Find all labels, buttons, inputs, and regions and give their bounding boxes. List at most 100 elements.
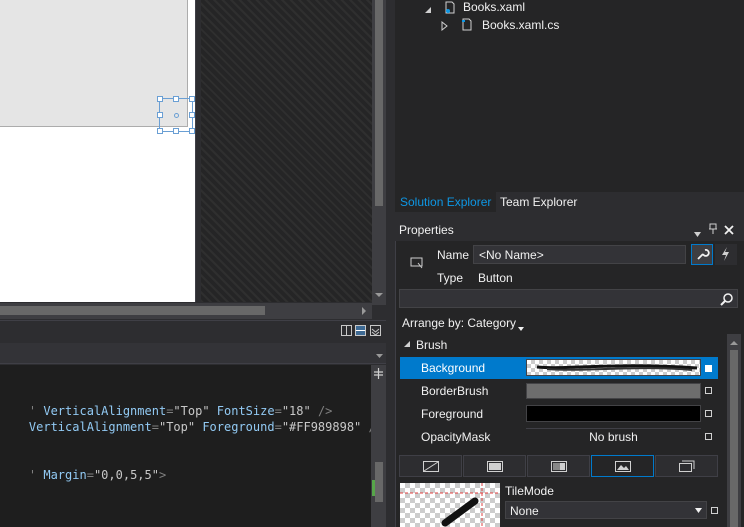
resource-brush-icon [679,460,695,472]
solution-explorer-tree[interactable]: Books.xaml Books.xaml.cs [395,0,744,192]
properties-search-input[interactable] [399,289,738,308]
expanded-arrow-icon[interactable] [424,3,432,13]
code-attr: Foreground [202,420,275,434]
category-header[interactable]: Brush [399,334,726,354]
resize-handle-top[interactable] [173,96,179,102]
foreground-swatch[interactable] [526,405,701,422]
design-vertical-scroll-thumb[interactable] [375,0,383,206]
no-brush-icon [423,461,439,472]
collapse-pane-icon[interactable] [370,325,381,336]
design-horizontal-scroll-thumb[interactable] [0,306,265,315]
collapsed-arrow-icon[interactable] [441,20,449,32]
brush-type-gradient[interactable] [527,455,590,477]
property-label[interactable]: OpacityMask [421,430,490,444]
code-line: VerticalAlignment="Top" Foreground="#FF9… [0,406,383,448]
properties-view-button[interactable] [691,244,713,265]
advanced-options-square[interactable] [711,507,718,514]
name-value: <No Name> [479,248,544,262]
code-value: "0,0,5,5" [93,468,159,482]
name-field[interactable]: <No Name> [473,245,686,264]
code-punct: > [158,468,167,482]
background-brush-swatch[interactable] [526,359,701,376]
split-view-bar [0,320,386,341]
resize-handle-top-right[interactable] [189,96,195,102]
brush-type-image[interactable] [591,455,654,477]
csharp-file-icon [461,18,473,31]
type-label: Type [437,271,464,285]
property-label: Background [421,361,486,375]
resize-handle-left[interactable] [157,112,163,118]
expanded-arrow-icon [404,341,410,347]
search-icon[interactable] [720,292,734,306]
tree-item-books-xaml-cs[interactable]: Books.xaml.cs [482,18,559,32]
properties-scroll-thumb[interactable] [730,350,738,527]
opacitymask-text: No brush [589,430,638,444]
tilemode-value: None [510,504,539,518]
brush-type-resource[interactable] [655,455,718,477]
scroll-down-arrow-icon[interactable] [373,289,385,301]
dropdown-arrow-icon[interactable] [376,349,384,358]
tilemode-label: TileMode [505,484,554,498]
resize-handle-bottom-right[interactable] [189,128,195,134]
category-label: Brush [416,338,448,352]
change-marker [372,480,375,496]
tilemode-dropdown[interactable]: None [505,501,707,519]
code-line: ' Margin="0,0,5,5"> [0,454,166,496]
resize-handle-right[interactable] [189,112,195,118]
selection-adorner[interactable] [157,96,195,134]
resize-handle-bottom[interactable] [173,128,179,134]
close-icon[interactable] [724,224,734,235]
resize-handle-top-left[interactable] [157,96,163,102]
brush-type-solid[interactable] [463,455,526,477]
code-equals: = [274,420,282,434]
tree-item-books-xaml[interactable]: Books.xaml [463,0,525,14]
editor-scroll-thumb[interactable] [375,462,383,502]
explorer-scrollbar[interactable] [736,0,744,192]
xaml-code-editor[interactable]: ' VerticalAlignment="Top" FontSize="18" … [0,365,383,527]
horizontal-split-icon[interactable] [355,325,366,336]
code-attr: Margin [43,468,87,482]
gradient-brush-icon [551,461,567,472]
artboard-outside-area [201,0,372,302]
scroll-right-arrow-icon[interactable] [358,305,370,317]
artboard[interactable] [0,0,196,302]
opacitymask-value[interactable]: No brush [526,428,701,445]
tab-team-explorer[interactable]: Team Explorer [495,192,582,212]
advanced-options-square[interactable] [705,387,712,394]
advanced-options-square[interactable] [705,433,712,440]
xaml-path-bar[interactable] [0,343,386,364]
code-equals: = [151,420,159,434]
pin-icon[interactable] [708,223,718,235]
arrange-by-dropdown[interactable]: Arrange by: Category [402,316,516,330]
vertical-split-icon[interactable] [341,325,352,336]
solid-brush-icon [487,461,503,472]
xaml-file-icon [444,1,456,14]
events-view-button[interactable] [715,244,737,265]
render-transform-origin[interactable] [174,113,179,118]
splitter-handle-icon[interactable] [372,367,385,380]
dropdown-arrow-icon[interactable] [694,227,702,237]
tab-solution-explorer[interactable]: Solution Explorer [395,192,497,212]
advanced-options-square[interactable] [705,410,712,417]
advanced-options-square[interactable] [705,365,712,372]
properties-title: Properties [399,223,454,237]
image-brush-icon [615,461,631,472]
property-label[interactable]: BorderBrush [421,384,488,398]
type-value: Button [478,271,513,285]
property-label[interactable]: Foreground [421,407,483,421]
properties-title-bar: Properties [395,218,744,241]
resize-handle-bottom-left[interactable] [157,128,163,134]
name-label: Name [437,248,470,262]
code-value: "Top" [158,420,196,434]
scroll-up-arrow-icon[interactable] [729,336,739,345]
wrench-icon [697,249,710,260]
code-attr: VerticalAlignment [28,420,152,434]
dropdown-arrow-icon[interactable] [518,320,524,331]
code-punct: ' [28,468,44,482]
editor-vertical-scrollbar[interactable] [371,365,386,527]
brush-type-none[interactable] [399,455,462,477]
code-value: "#FF989898" [281,420,362,434]
borderbrush-swatch[interactable] [526,383,701,399]
code-equals: = [86,468,94,482]
lightning-icon [722,247,729,261]
